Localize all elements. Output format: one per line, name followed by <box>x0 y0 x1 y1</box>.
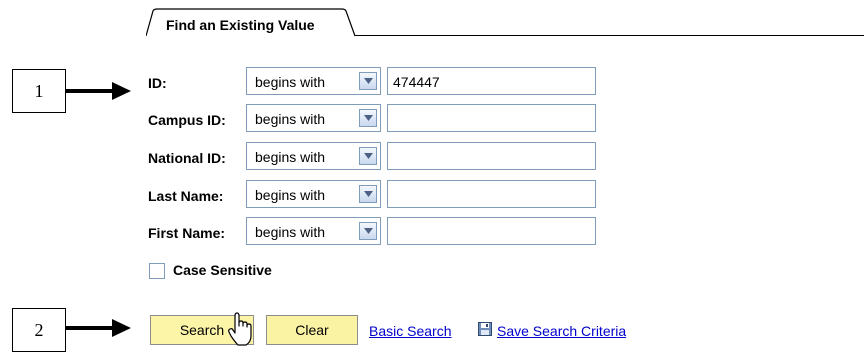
tab-find-existing-value[interactable]: Find an Existing Value <box>146 8 356 37</box>
field-label-last-name: Last Name: <box>148 188 224 204</box>
last-name-input[interactable] <box>387 180 596 208</box>
basic-search-link[interactable]: Basic Search <box>369 323 451 339</box>
annotation-callout-2: 2 <box>12 308 66 352</box>
operator-select-id[interactable]: begins with <box>246 67 381 95</box>
clear-button[interactable]: Clear <box>266 315 358 345</box>
case-sensitive-checkbox[interactable] <box>149 263 165 279</box>
operator-select-first-name[interactable]: begins with <box>246 217 381 245</box>
field-label-campus-id: Campus ID: <box>148 112 226 128</box>
clear-button-label: Clear <box>295 322 329 338</box>
field-label-first-name: First Name: <box>148 225 226 241</box>
save-disk-icon[interactable] <box>478 322 492 336</box>
dropdown-arrow-icon[interactable] <box>359 147 377 165</box>
operator-select-last-name[interactable]: begins with <box>246 180 381 208</box>
hand-cursor-icon <box>228 312 252 346</box>
annotation-number: 1 <box>34 81 44 101</box>
operator-value: begins with <box>255 224 326 240</box>
first-name-input[interactable] <box>387 217 596 245</box>
operator-value: begins with <box>255 111 326 127</box>
case-sensitive-label: Case Sensitive <box>173 262 272 278</box>
annotation-number: 2 <box>34 320 44 340</box>
operator-select-national-id[interactable]: begins with <box>246 142 381 170</box>
arrow-right-icon <box>66 82 131 100</box>
id-input-value: 474447 <box>393 74 440 90</box>
tab-label: Find an Existing Value <box>166 17 315 33</box>
field-label-id: ID: <box>148 75 167 91</box>
campus-id-input[interactable] <box>387 104 596 132</box>
search-button-label: Search <box>179 322 225 338</box>
operator-value: begins with <box>255 187 326 203</box>
dropdown-arrow-icon[interactable] <box>359 222 377 240</box>
dropdown-arrow-icon[interactable] <box>359 72 377 90</box>
operator-value: begins with <box>255 74 326 90</box>
dropdown-arrow-icon[interactable] <box>359 185 377 203</box>
operator-value: begins with <box>255 149 326 165</box>
tab-divider <box>355 35 864 36</box>
id-input[interactable]: 474447 <box>387 67 596 95</box>
save-search-criteria-link[interactable]: Save Search Criteria <box>497 323 626 339</box>
national-id-input[interactable] <box>387 142 596 170</box>
arrow-right-icon <box>66 319 131 337</box>
operator-select-campus-id[interactable]: begins with <box>246 104 381 132</box>
dropdown-arrow-icon[interactable] <box>359 109 377 127</box>
field-label-national-id: National ID: <box>148 150 226 166</box>
annotation-callout-1: 1 <box>12 69 66 113</box>
